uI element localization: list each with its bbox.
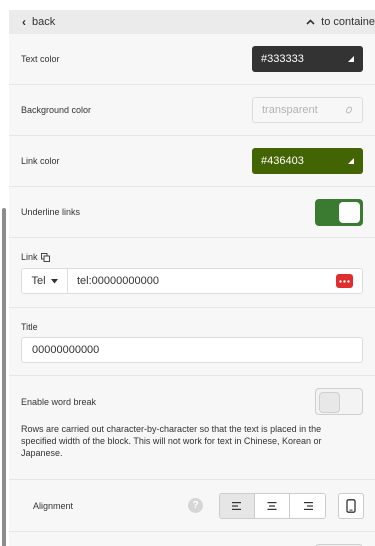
text-color-value: #333333 bbox=[261, 53, 304, 65]
help-icon[interactable]: ? bbox=[188, 498, 203, 513]
alignment-button-group bbox=[219, 492, 326, 519]
alignment-controls: ? bbox=[188, 492, 364, 519]
link-url-input[interactable] bbox=[68, 269, 326, 293]
mobile-view-button[interactable] bbox=[338, 492, 364, 519]
title-section: Title 00000000000 bbox=[9, 308, 375, 376]
copy-icon bbox=[40, 252, 50, 262]
text-color-picker[interactable]: #333333 bbox=[252, 46, 363, 72]
next-row bbox=[9, 532, 375, 546]
scrollbar-track[interactable] bbox=[0, 10, 9, 546]
word-break-section: Enable word break Rows are carried out c… bbox=[9, 376, 375, 480]
mobile-phone-icon bbox=[346, 498, 356, 513]
panel-navbar: ‹ back to containe bbox=[9, 10, 375, 34]
page: ‹ back to containe Text color #333333 Ba… bbox=[0, 0, 375, 546]
link-color-picker[interactable]: #436403 bbox=[252, 148, 363, 174]
background-color-picker[interactable]: transparent bbox=[252, 97, 363, 123]
word-break-row: Enable word break bbox=[21, 388, 363, 415]
underline-links-toggle[interactable] bbox=[315, 198, 363, 226]
link-label: Link bbox=[21, 252, 38, 262]
title-label: Title bbox=[21, 322, 38, 332]
back-button[interactable]: ‹ back bbox=[22, 16, 55, 28]
align-left-icon bbox=[232, 501, 241, 510]
underline-links-label: Underline links bbox=[21, 207, 81, 217]
align-left-button[interactable] bbox=[220, 493, 255, 518]
align-center-icon bbox=[267, 501, 277, 510]
to-container-button[interactable]: to containe bbox=[306, 16, 375, 28]
toggle-knob bbox=[319, 392, 340, 413]
text-color-label: Text color bbox=[21, 54, 60, 64]
background-color-label: Background color bbox=[21, 105, 92, 115]
eraser-icon bbox=[345, 106, 353, 114]
background-color-row: Background color transparent bbox=[9, 85, 375, 136]
link-type-dropdown[interactable]: Tel bbox=[22, 269, 68, 293]
caret-up-icon bbox=[306, 19, 315, 25]
link-type-value: Tel bbox=[31, 275, 46, 287]
to-container-label: to containe bbox=[321, 16, 375, 28]
top-strip bbox=[0, 0, 375, 10]
more-dots-icon bbox=[335, 274, 353, 288]
toggle-knob bbox=[339, 201, 360, 223]
alignment-label: Alignment bbox=[33, 500, 74, 511]
settings-panel: ‹ back to containe Text color #333333 Ba… bbox=[9, 10, 375, 546]
link-color-label: Link color bbox=[21, 156, 60, 166]
scrollbar-thumb[interactable] bbox=[2, 208, 6, 546]
link-label-row: Link bbox=[21, 252, 363, 262]
link-section: Link Tel bbox=[9, 238, 375, 308]
title-input[interactable]: 00000000000 bbox=[21, 337, 363, 363]
word-break-help: Rows are carried out character-by-charac… bbox=[21, 424, 322, 458]
align-center-button[interactable] bbox=[255, 493, 290, 518]
align-right-icon bbox=[303, 501, 313, 510]
back-label: back bbox=[32, 16, 56, 28]
word-break-toggle[interactable] bbox=[315, 388, 363, 415]
caret-down-icon bbox=[50, 278, 58, 283]
link-color-value: #436403 bbox=[261, 155, 304, 167]
resize-corner-icon bbox=[348, 158, 354, 164]
word-break-label: Enable word break bbox=[21, 396, 97, 407]
link-input-group: Tel bbox=[21, 268, 363, 294]
align-right-button[interactable] bbox=[290, 493, 325, 518]
resize-corner-icon bbox=[348, 56, 354, 62]
underline-links-row: Underline links bbox=[9, 187, 375, 238]
link-options-button[interactable] bbox=[326, 269, 362, 293]
background-color-value: transparent bbox=[262, 104, 318, 116]
link-color-row: Link color #436403 bbox=[9, 136, 375, 187]
alignment-row: Alignment ? bbox=[9, 480, 375, 532]
text-color-row: Text color #333333 bbox=[9, 34, 375, 85]
chevron-left-icon: ‹ bbox=[22, 15, 26, 29]
ellipsis-icon bbox=[338, 279, 350, 283]
